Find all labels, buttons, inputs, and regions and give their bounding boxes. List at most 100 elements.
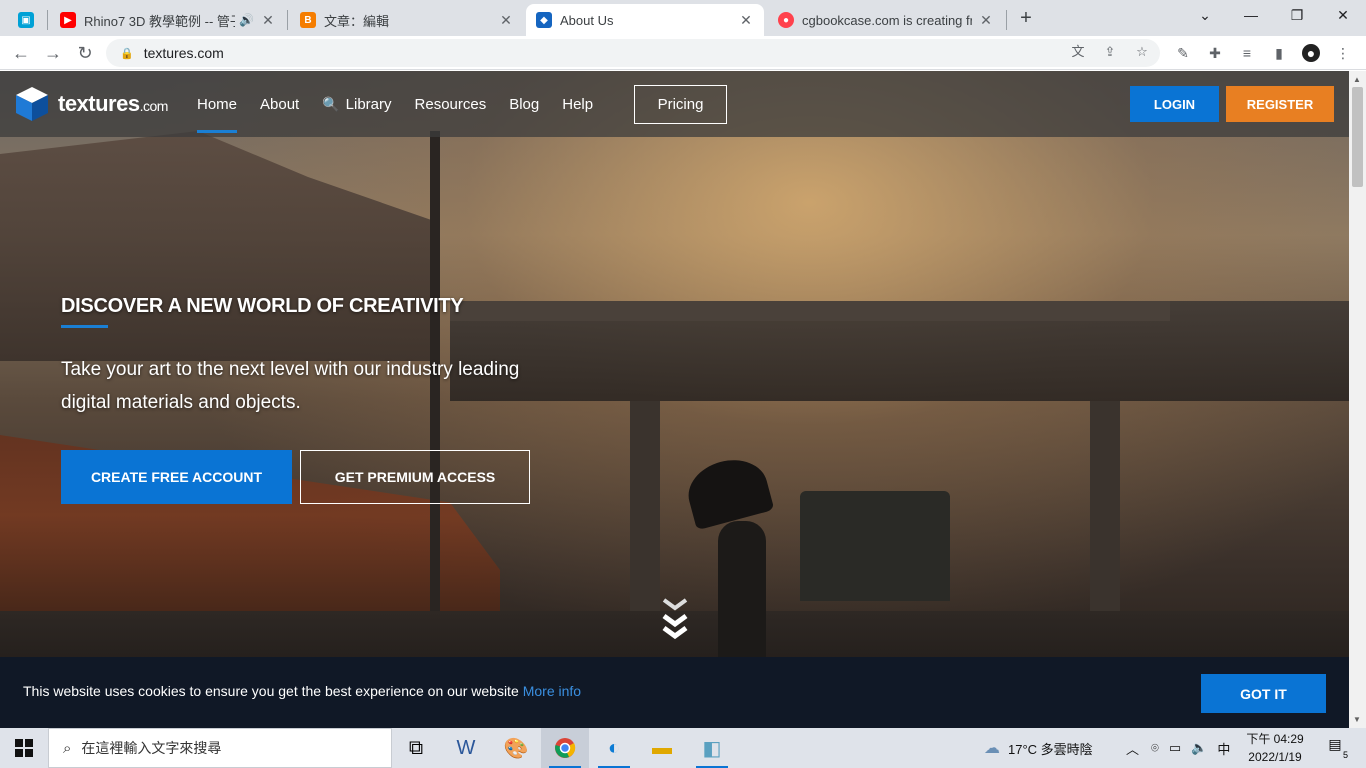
extension-notes-icon[interactable]: ✎	[1174, 44, 1192, 62]
browser-toolbar: ← → ↻ 🔒 textures.com 文 ⇪ ☆ ✎ ✚ ≡ ▮ ● ⋮	[0, 36, 1366, 70]
pricing-button[interactable]: Pricing	[634, 85, 727, 124]
tab-title: 文章：編輯	[324, 13, 390, 29]
speaker-icon[interactable]: 🔊	[239, 13, 254, 27]
scroll-down-arrow-icon[interactable]: ▼	[1353, 715, 1361, 724]
reload-icon[interactable]: ↻	[72, 40, 98, 66]
hero-title-underline	[61, 325, 108, 328]
weather-widget[interactable]: ☁ 17°C 多雲時陰	[984, 728, 1093, 768]
reading-list-icon[interactable]: ≡	[1238, 44, 1256, 62]
close-icon[interactable]: ✕	[978, 12, 994, 29]
register-button[interactable]: REGISTER	[1226, 86, 1334, 122]
lock-icon[interactable]: 🔒	[120, 47, 134, 60]
notification-count: 5	[1342, 750, 1348, 760]
file-explorer-icon[interactable]: ▬	[638, 728, 686, 768]
nav-library[interactable]: 🔍 Library	[322, 71, 391, 137]
hero-background-locomotive	[800, 491, 950, 601]
login-button[interactable]: LOGIN	[1130, 86, 1219, 122]
bookmark-star-icon[interactable]: ☆	[1132, 42, 1152, 62]
close-icon[interactable]: ✕	[260, 12, 276, 29]
nav-blog[interactable]: Blog	[509, 71, 539, 137]
tab-cgbookcase[interactable]: ● cgbookcase.com is creating fre ✕	[768, 4, 1004, 36]
translate-icon[interactable]: 文	[1068, 42, 1088, 62]
ime-indicator[interactable]: 中	[1217, 739, 1230, 758]
page-scrollbar[interactable]: ▲ ▼	[1349, 71, 1366, 728]
create-free-account-button[interactable]: CREATE FREE ACCOUNT	[61, 450, 292, 504]
weather-text: 17°C 多雲時陰	[1008, 741, 1093, 757]
get-premium-access-button[interactable]: GET PREMIUM ACCESS	[300, 450, 530, 504]
clock-date: 2022/1/19	[1248, 750, 1302, 764]
tab-separator	[287, 10, 288, 30]
system-clock[interactable]: 下午 04:29 2022/1/19	[1240, 730, 1310, 766]
tab-title: cgbookcase.com is creating fre	[802, 12, 972, 28]
scroll-up-arrow-icon[interactable]: ▲	[1353, 75, 1361, 84]
patreon-icon: ●	[778, 12, 794, 28]
got-it-button[interactable]: GOT IT	[1201, 674, 1326, 713]
new-tab-button[interactable]: +	[1012, 4, 1040, 32]
chrome-logo-icon	[555, 738, 576, 758]
task-view-icon[interactable]: ⧉	[392, 728, 440, 768]
tab-search-icon[interactable]: ⌄	[1182, 0, 1228, 32]
hero-background-person	[718, 521, 766, 661]
share-icon[interactable]: ⇪	[1100, 42, 1120, 62]
start-button[interactable]	[0, 728, 48, 768]
battery-icon[interactable]: ▭	[1169, 740, 1181, 756]
taskbar-search-placeholder: 在這裡輸入文字來搜尋	[81, 740, 222, 756]
logo-text: textures.com	[58, 91, 168, 116]
minimize-button[interactable]: —	[1228, 0, 1274, 32]
nav-home[interactable]: Home	[197, 71, 238, 137]
tab-about-us[interactable]: ◆ About Us ✕	[526, 4, 764, 36]
close-icon[interactable]: ✕	[498, 12, 514, 29]
hero-title: DISCOVER A NEW WORLD OF CREATIVITY	[61, 295, 464, 317]
site-logo[interactable]: textures.com	[14, 85, 168, 123]
scroll-down-chevron-icon[interactable]	[660, 596, 690, 646]
cookie-message: This website uses cookies to ensure you …	[23, 683, 582, 699]
scrollbar-thumb[interactable]	[1352, 87, 1363, 187]
back-icon[interactable]: ←	[8, 40, 34, 66]
textures-icon: ◆	[536, 12, 552, 28]
chrome-app-icon[interactable]	[541, 728, 589, 768]
paint-app-icon[interactable]: 🎨	[492, 728, 540, 768]
profile-avatar[interactable]: ●	[1302, 44, 1320, 62]
url-text: textures.com	[143, 45, 224, 61]
page-viewport: textures.com Home About 🔍 Library Resourc…	[0, 71, 1349, 728]
tab-bilibili[interactable]: ▣	[8, 4, 46, 36]
nav-help[interactable]: Help	[562, 71, 593, 137]
nav-about[interactable]: About	[260, 71, 299, 137]
restore-button[interactable]: ❐	[1274, 0, 1320, 32]
side-panel-icon[interactable]: ▮	[1270, 44, 1288, 62]
menu-kebab-icon[interactable]: ⋮	[1334, 44, 1352, 62]
search-icon: ⌕	[63, 739, 72, 757]
notification-center-icon[interactable]: ▤ 5	[1320, 736, 1350, 760]
close-window-button[interactable]: ✕	[1320, 0, 1366, 32]
taskbar-search-box[interactable]: ⌕ 在這裡輸入文字來搜尋	[48, 728, 392, 768]
hero-subtitle: Take your art to the next level with our…	[61, 359, 520, 413]
address-bar[interactable]: 🔒 textures.com	[106, 39, 1160, 67]
extensions-puzzle-icon[interactable]: ✚	[1206, 44, 1224, 62]
logo-cube-icon	[16, 87, 48, 121]
forward-icon[interactable]: →	[40, 40, 66, 66]
hero-background-umbrella	[681, 451, 775, 531]
tab-youtube[interactable]: ▶ Rhino7 3D 教學範例 -- 管子 🔊 ✕	[50, 4, 286, 36]
tab-blogger[interactable]: B 文章：編輯 ✕	[290, 4, 524, 36]
tab-separator	[47, 10, 48, 30]
edge-app-icon[interactable]: ◐	[590, 728, 638, 768]
volume-icon[interactable]: 🔈	[1191, 740, 1207, 756]
tray-icons: ︿ ⌾ ▭ 🔈 中	[1126, 728, 1230, 768]
clock-time: 下午 04:29	[1246, 732, 1304, 746]
more-info-link[interactable]: More info	[523, 683, 581, 699]
main-nav: Home About 🔍 Library Resources Blog Help	[197, 71, 616, 137]
app-icon[interactable]: ◧	[688, 728, 736, 768]
nav-resources[interactable]: Resources	[415, 71, 487, 137]
windows-taskbar: ⌕ 在這裡輸入文字來搜尋 ⧉ W 🎨 ◐ ▬ ◧ ☁ 17°C 多雲時陰 ︿ ⌾…	[0, 728, 1366, 768]
close-icon[interactable]: ✕	[738, 12, 754, 29]
tab-title: About Us	[560, 12, 614, 28]
tab-separator	[1006, 10, 1007, 30]
cloud-icon: ☁	[984, 740, 1000, 757]
hero-background-bridge-roof	[450, 301, 1170, 321]
cookie-consent-bar: This website uses cookies to ensure you …	[0, 657, 1349, 728]
chevron-up-icon[interactable]: ︿	[1126, 739, 1139, 758]
search-icon: 🔍	[322, 95, 340, 112]
word-app-icon[interactable]: W	[442, 728, 490, 768]
meet-now-icon[interactable]: ⌾	[1151, 740, 1159, 756]
windows-logo-icon	[15, 739, 33, 757]
